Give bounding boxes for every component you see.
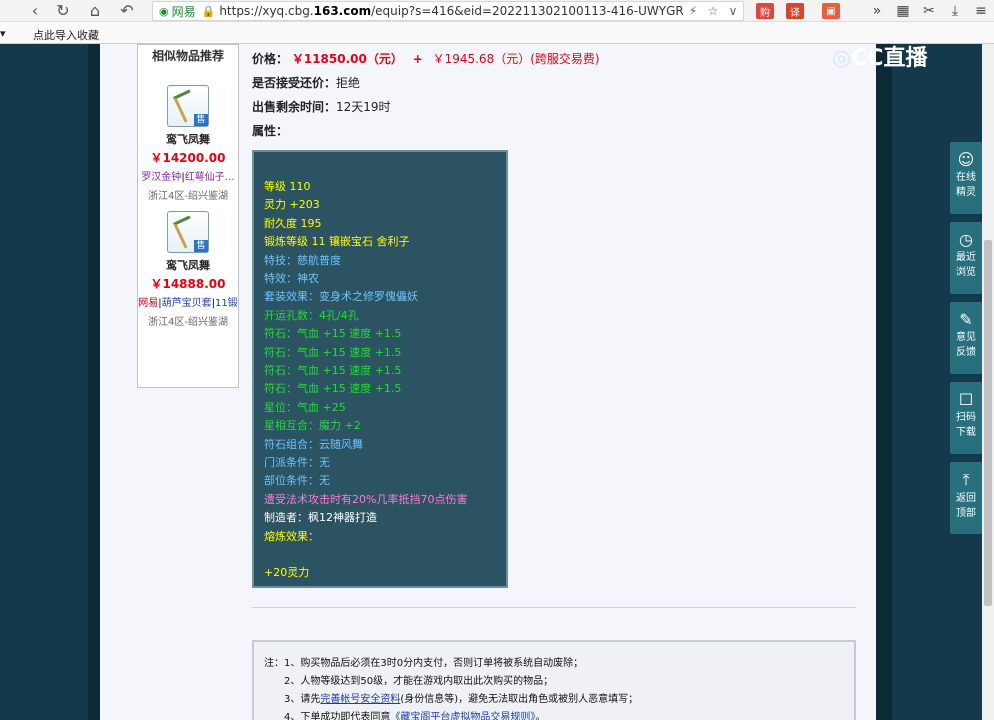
price-value: ￥11850.00（元） (291, 52, 403, 66)
price-row: 价格： ￥11850.00（元） + ￥1945.68（元）(跨服交易费) (252, 50, 600, 67)
note-line: 注：1、购买物品后必须在3时0分内支付，否则订单将被系统自动废除； (264, 658, 584, 669)
shield-icon: ◉ (159, 4, 169, 18)
attribute-line: 符石：气血 +15 速度 +1.5 (264, 327, 402, 341)
note-line: 4、下单成功即代表同意《藏宝阁平台虚拟物品交易规则》。 (284, 708, 545, 720)
page-scrollbar[interactable] (982, 44, 994, 720)
similar-item-name[interactable]: 鸾飞凤舞 (138, 131, 238, 147)
attribute-line: 门派条件：无 (264, 456, 330, 469)
browser-toolbar: ‹ ↻ ⌂ ↶ ◉ 网易 🔒 https://xyq.cbg.163.com/e… (0, 0, 994, 22)
menu-icon[interactable]: ≡ (968, 3, 994, 19)
online-sprite-button[interactable]: ☺ 在线 精灵 (950, 142, 982, 214)
extension-shop-icon[interactable]: 购 (756, 2, 774, 20)
cc-live-watermark: ◎CC直播 (832, 46, 928, 71)
back-to-top-button[interactable]: ⤒ 返回 顶部 (950, 462, 982, 534)
bargain-label: 是否接受还价： (252, 76, 337, 90)
scan-icon: ☐ (958, 390, 974, 409)
floating-toolbar: ☺ 在线 精灵 ◷ 最近 浏览 ✎ 意见 反馈 ☐ 扫码 下载 ⤒ 返回 顶部 (950, 142, 982, 534)
url-text[interactable]: https://xyq.cbg.163.com/equip?s=416&eid=… (219, 4, 683, 18)
apps-icon[interactable]: ▦ (890, 3, 916, 19)
similar-item-price: ￥14888.00 (150, 277, 226, 291)
trade-rules-link[interactable]: 《藏宝阁平台虚拟物品交易规则》 (390, 712, 535, 720)
attribute-line: 符石：气血 +15 速度 +1.5 (264, 382, 402, 396)
attribute-line: 星相互合：魔力 +2 (264, 419, 361, 433)
price-label: 价格： (252, 52, 289, 66)
refresh-icon[interactable]: ↻ (50, 0, 76, 22)
attributes-heading: 属性： (252, 124, 289, 138)
safe-site-label: 网易 (171, 4, 196, 19)
similar-item-tags: 罗汉金钟|红萼仙子… (141, 172, 235, 183)
top-icon: ⤒ (962, 470, 970, 489)
bargain-value: 拒绝 (336, 76, 361, 90)
remaining-time-row: 出售剩余时间：12天19时 (252, 98, 391, 115)
attribute-line: 符石：气血 +15 速度 +1.5 (264, 345, 402, 359)
undo-icon[interactable]: ↶ (114, 0, 140, 22)
back-icon[interactable]: ‹ (22, 0, 48, 22)
feedback-button[interactable]: ✎ 意见 反馈 (950, 302, 982, 374)
similar-item-server: 浙江4区-绍兴鉴湖 (148, 191, 228, 202)
attribute-line: 制造者：枫12神器打造 (264, 511, 377, 525)
scan-download-button[interactable]: ☐ 扫码 下载 (950, 382, 982, 454)
similar-item-price: ￥14200.00 (150, 151, 226, 165)
purchase-notes: 注：1、购买物品后必须在3时0分内支付，否则订单将被系统自动废除； 2、人物等级… (252, 640, 856, 720)
remaining-time-label: 出售剩余时间： (252, 100, 337, 114)
attribute-line: 星位：气血 +25 (264, 400, 346, 414)
attribute-line: 开运孔数：4孔/4孔 (264, 308, 359, 322)
attribute-line: 遭受法术攻击时有20%几率抵挡70点伤害 (264, 492, 468, 506)
bargain-row: 是否接受还价：拒绝 (252, 74, 360, 91)
star-icon[interactable]: ☆ (703, 4, 723, 18)
attribute-line: 灵力 +203 (264, 198, 320, 212)
sprite-icon: ☺ (957, 150, 975, 169)
note-line: 2、人物等级达到50级，才能在游戏内取出此次购买的物品； (284, 676, 554, 687)
similar-items-title: 相似物品推荐 (151, 49, 224, 63)
note-line: 3、请先完善帐号安全资料(身份信息等)，避免无法取出角色或被别人恶意填写； (284, 694, 639, 705)
item-thumbnail[interactable]: 售 (167, 211, 209, 253)
recent-viewed-button[interactable]: ◷ 最近 浏览 (950, 222, 982, 294)
page-margin-right (876, 44, 892, 720)
attributes-panel: 等级 110 灵力 +203 耐久度 195 锻炼等级 11 镶嵌宝石 舍利子 特技：慈… (252, 150, 508, 588)
sale-badge: 售 (194, 240, 208, 252)
extension-game-icon[interactable]: ▣ (822, 2, 840, 20)
more-icon[interactable]: » (864, 3, 890, 19)
attribute-line: 部位条件：无 (264, 474, 330, 488)
feedback-icon: ✎ (959, 310, 973, 329)
similar-item[interactable]: 售 鸾飞凤舞 ￥14888.00 网易|葫芦宝贝套|11锻 浙江4区-绍兴鉴湖 (138, 211, 238, 328)
clock-icon: ◷ (959, 230, 973, 249)
attribute-line: 特技：慈航普度 (264, 253, 341, 267)
address-bar[interactable]: ◉ 网易 🔒 https://xyq.cbg.163.com/equip?s=4… (152, 1, 744, 21)
download-icon[interactable]: ⤓ (942, 3, 968, 19)
sale-badge: 售 (194, 114, 208, 126)
similar-item-name[interactable]: 鸾飞凤舞 (138, 257, 238, 273)
attribute-line: 特效：神农 (264, 272, 319, 285)
price-plus: + (412, 52, 423, 66)
remaining-time-value: 12天19时 (336, 100, 391, 114)
account-security-link[interactable]: 完善帐号安全资料 (320, 694, 400, 705)
lock-icon: 🔒 (201, 4, 216, 18)
lightning-icon[interactable]: ⚡ (683, 4, 703, 18)
similar-item[interactable]: 售 鸾飞凤舞 ￥14200.00 罗汉金钟|红萼仙子… 浙江4区-绍兴鉴湖 (138, 85, 238, 202)
attribute-line: +20灵力 (264, 566, 310, 580)
similar-item-server: 浙江4区-绍兴鉴湖 (148, 317, 228, 328)
item-thumbnail[interactable]: 售 (167, 85, 209, 127)
attribute-line: 符石：气血 +15 速度 +1.5 (264, 364, 402, 377)
extension-translate-icon[interactable]: 译 (786, 2, 804, 20)
attribute-line: 等级 110 (264, 180, 311, 193)
chevron-down-icon[interactable]: ∨ (723, 4, 743, 18)
attribute-line: 套装效果：变身术之修罗傀儡妖 (264, 290, 418, 304)
page-margin-left (88, 44, 100, 720)
scissors-icon[interactable]: ✂ (916, 3, 942, 19)
import-bookmarks-link[interactable]: 点此导入收藏 (33, 27, 99, 43)
attribute-line: 耐久度 195 (264, 216, 322, 230)
attribute-line: 熔炼效果： (264, 529, 319, 543)
bookmarks-dropdown-icon[interactable]: ▾ (0, 27, 6, 40)
similar-item-tags: 网易|葫芦宝贝套|11锻 (138, 298, 238, 309)
scrollbar-thumb[interactable] (984, 240, 992, 606)
similar-items-panel: 相似物品推荐 售 鸾飞凤舞 ￥14200.00 罗汉金钟|红萼仙子… 浙江4区-… (137, 44, 239, 388)
attribute-line: 锻炼等级 11 镶嵌宝石 舍利子 (264, 235, 410, 249)
divider (252, 607, 856, 608)
price-fee: ￥1945.68（元）(跨服交易费) (432, 52, 600, 66)
home-icon[interactable]: ⌂ (82, 0, 108, 22)
attribute-line: 符石组合：云随风舞 (264, 437, 363, 451)
